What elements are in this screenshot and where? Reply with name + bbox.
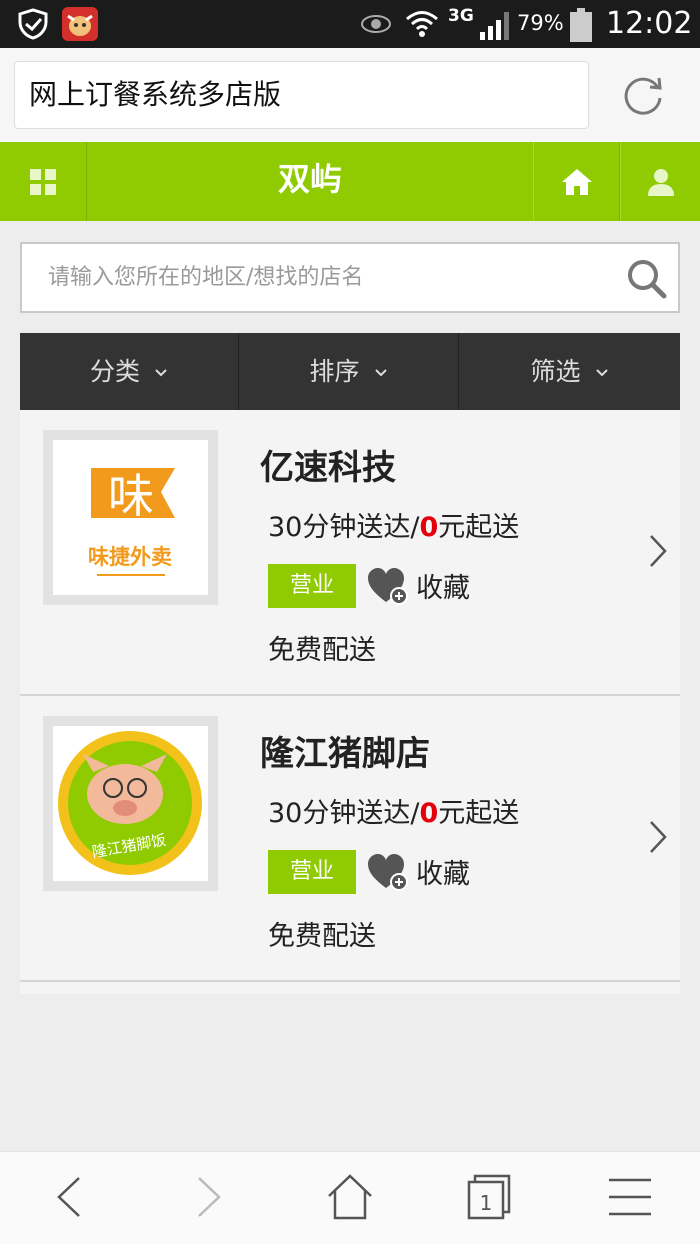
signal-icon: [480, 12, 509, 40]
filter-screen[interactable]: 筛选: [459, 333, 680, 410]
svg-text:味: 味: [108, 469, 154, 523]
top-nav: 双屿: [0, 142, 700, 221]
network-type: 3G: [448, 6, 474, 26]
home-icon: [561, 168, 592, 195]
browser-url-bar: 网上订餐系统多店版: [0, 48, 700, 142]
browser-home-icon[interactable]: [325, 1172, 375, 1222]
back-icon[interactable]: [45, 1172, 95, 1222]
filter-category[interactable]: 分类: [20, 333, 239, 410]
filter-screen-label: 筛选: [530, 357, 581, 386]
search-input[interactable]: [22, 244, 612, 311]
shield-app-icon: [18, 8, 48, 40]
chevron-down-icon: [595, 369, 608, 377]
shipping-info: 免费配送: [268, 635, 376, 666]
page-title: 双屿: [277, 160, 342, 198]
min-order-amount: 0: [419, 512, 439, 543]
filter-sort[interactable]: 排序: [239, 333, 459, 410]
filter-bar: 分类 排序 筛选: [20, 333, 680, 410]
chevron-right-icon[interactable]: [648, 533, 668, 569]
shop-list: 味 味捷外卖 亿速科技 30分钟送达/0元起送 营业 收藏 免费配送 隆江猪脚饭…: [20, 410, 680, 994]
chevron-right-icon[interactable]: [648, 819, 668, 855]
filter-category-label: 分类: [89, 357, 140, 386]
user-icon: [647, 168, 674, 196]
favorite-label: 收藏: [416, 859, 470, 890]
tabs-icon[interactable]: 1: [463, 1172, 513, 1222]
user-button[interactable]: [620, 142, 700, 221]
svg-text:1: 1: [480, 1191, 493, 1215]
chevron-down-icon: [155, 369, 167, 377]
category-grid-button[interactable]: [0, 142, 87, 221]
shipping-info: 免费配送: [268, 921, 376, 952]
cow-app-icon: [62, 7, 98, 41]
min-order-amount: 0: [419, 798, 439, 829]
battery-icon: [570, 8, 592, 42]
shop-name[interactable]: 亿速科技: [260, 440, 396, 489]
delivery-info: 30分钟送达/0元起送: [268, 798, 520, 829]
favorite-label: 收藏: [416, 573, 470, 604]
menu-icon[interactable]: [605, 1172, 655, 1222]
battery-percent: 79%: [517, 11, 564, 35]
status-badge: 营业: [268, 850, 356, 894]
list-item[interactable]: 隆江猪脚饭 隆江猪脚店 30分钟送达/0元起送 营业 收藏 免费配送: [20, 696, 680, 982]
heart-plus-icon: [368, 568, 408, 605]
search-icon[interactable]: [626, 258, 668, 300]
status-badge: 营业: [268, 564, 356, 608]
shop-logo: 味 味捷外卖: [43, 430, 218, 605]
weijie-logo: 味 味捷外卖: [88, 468, 175, 576]
status-bar: 3G 79% 12:02: [0, 0, 700, 48]
home-button[interactable]: [533, 142, 620, 221]
eye-icon: [361, 15, 391, 33]
shop-name[interactable]: 隆江猪脚店: [260, 726, 430, 775]
chevron-down-icon: [374, 369, 387, 377]
shop-logo: 隆江猪脚饭: [43, 716, 218, 891]
filter-sort-label: 排序: [309, 357, 360, 386]
browser-bottom-bar: 1: [0, 1151, 700, 1244]
longjiang-logo: 隆江猪脚饭: [58, 731, 202, 875]
list-item[interactable]: 味 味捷外卖 亿速科技 30分钟送达/0元起送 营业 收藏 免费配送: [20, 410, 680, 696]
grid-icon: [30, 168, 56, 195]
svg-text:味捷外卖: 味捷外卖: [88, 545, 172, 569]
address-field[interactable]: 网上订餐系统多店版: [14, 61, 589, 129]
forward-icon[interactable]: [183, 1172, 233, 1222]
search-box: [20, 242, 680, 313]
clock: 12:02: [606, 6, 693, 41]
heart-plus-icon: [368, 854, 408, 891]
delivery-info: 30分钟送达/0元起送: [268, 512, 520, 543]
wifi-icon: [406, 11, 438, 37]
reload-icon[interactable]: [618, 70, 668, 120]
